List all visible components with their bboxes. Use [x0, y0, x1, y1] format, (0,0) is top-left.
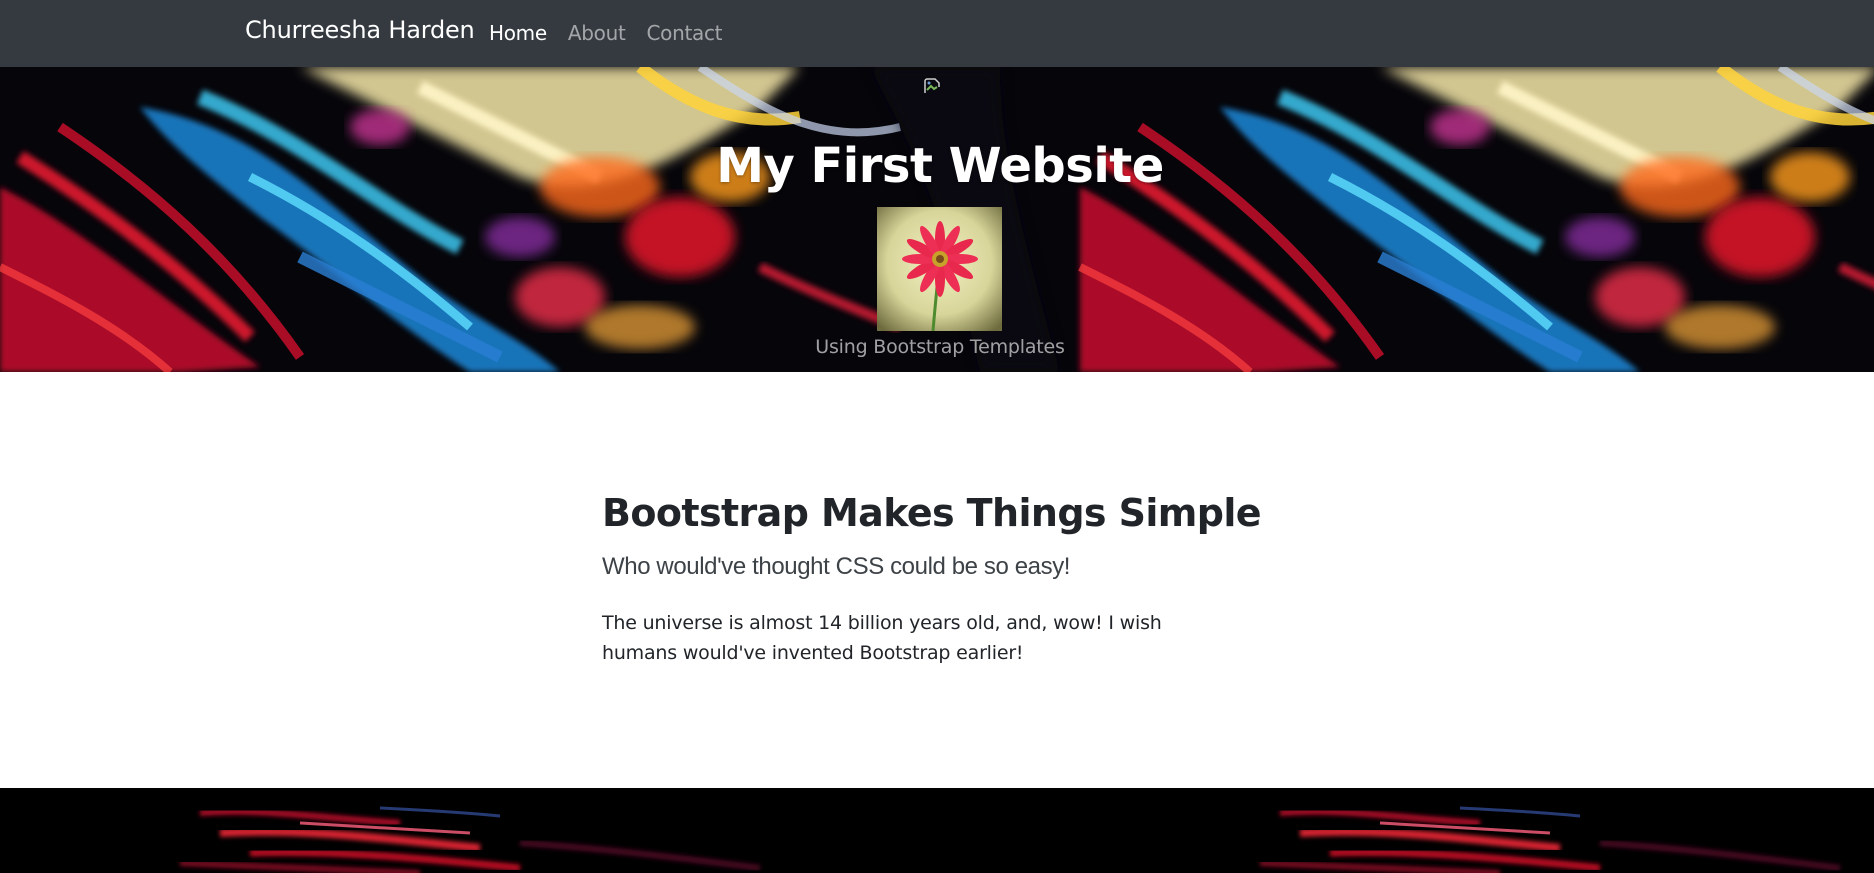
hero-subtitle: Using Bootstrap Templates [815, 336, 1065, 358]
hero-title: My First Website [716, 138, 1164, 194]
nav-links: Home About Contact [489, 21, 723, 45]
footer [0, 788, 1874, 873]
body-paragraph: The universe is almost 14 billion years … [602, 612, 1162, 664]
flower-image [877, 207, 1002, 331]
nav-link-about[interactable]: About [568, 21, 626, 45]
hero-jumbotron: My First Website Using Bootstrap Templat… [0, 67, 1874, 372]
broken-image-icon [924, 78, 940, 93]
footer-background-image [0, 788, 1874, 873]
navbar: Churreesha Harden Home About Contact [0, 0, 1874, 67]
lead-text: Who would've thought CSS could be so eas… [602, 553, 1071, 580]
main-heading: Bootstrap Makes Things Simple [602, 491, 1262, 535]
navbar-brand[interactable]: Churreesha Harden [245, 16, 475, 44]
nav-link-home[interactable]: Home [489, 21, 547, 45]
nav-link-contact[interactable]: Contact [647, 21, 723, 45]
